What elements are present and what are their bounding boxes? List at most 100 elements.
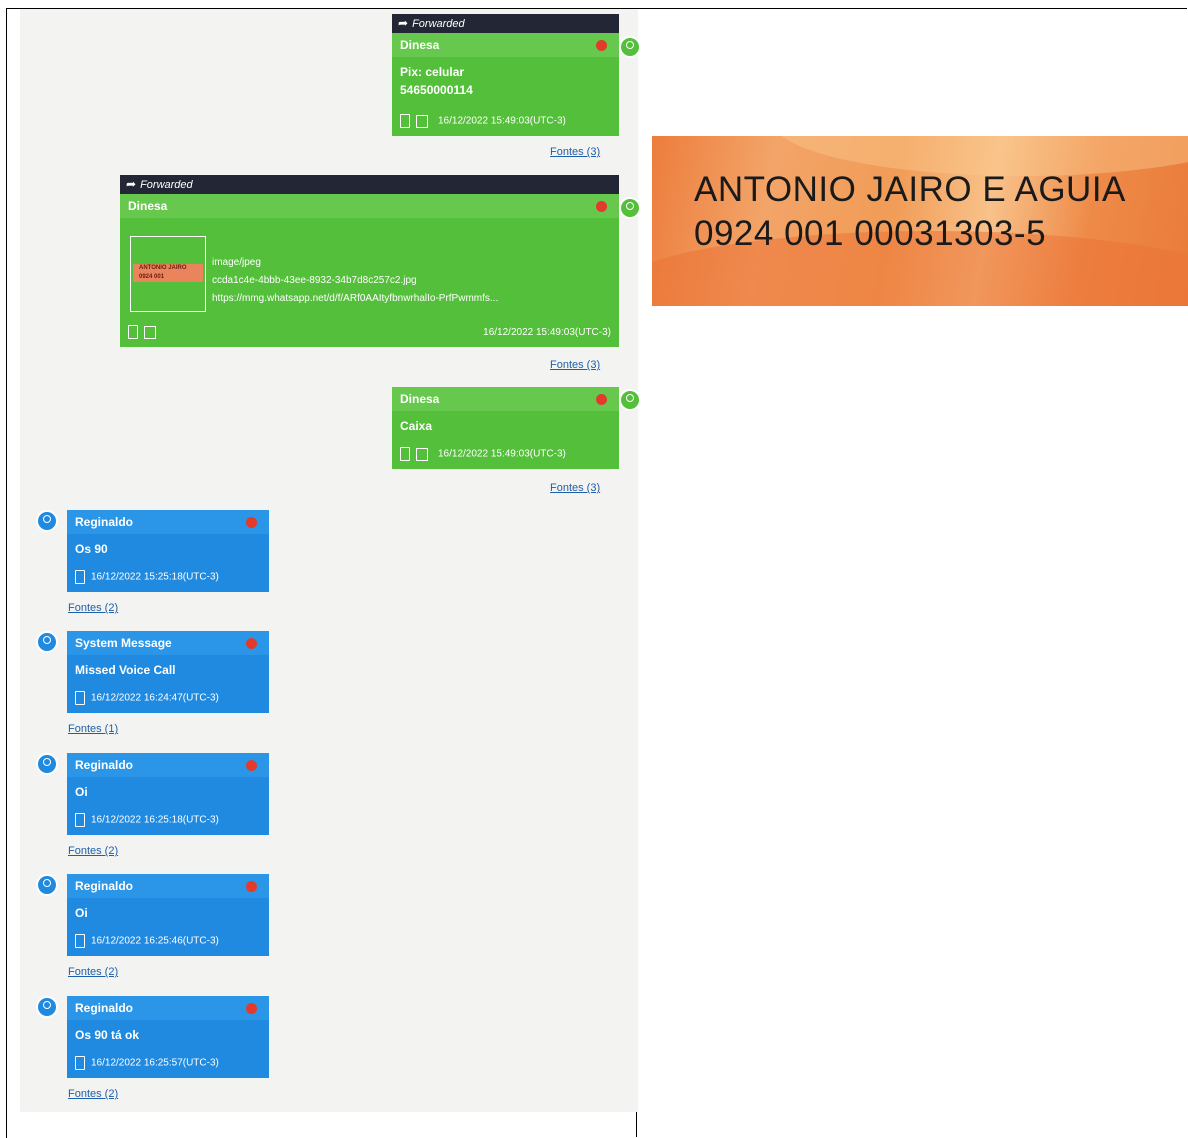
sender-name: Reginaldo	[75, 758, 134, 772]
device-icon	[75, 570, 85, 584]
message-body: Oi	[67, 777, 269, 801]
status-dot-icon	[246, 517, 257, 528]
attachment-image-enlarged: ANTONIO JAIRO E AGUIA 0924 001 00031303-…	[652, 136, 1188, 306]
sources-link[interactable]: Fontes (3)	[550, 359, 600, 371]
message-body: Os 90	[67, 534, 269, 558]
message-bubble-outgoing[interactable]: ➦ Forwarded Dinesa Pix: celular 546500001…	[392, 14, 619, 136]
attachment-mime: image/jpeg	[212, 257, 261, 268]
copy-icon[interactable]	[416, 447, 428, 461]
message-body: Pix: celular 54650000114	[392, 57, 619, 99]
message-header: Reginaldo	[67, 510, 269, 534]
message-body: Caixa	[392, 411, 619, 435]
message-footer: 16/12/2022 15:25:18(UTC-3)	[75, 570, 261, 586]
forward-arrow-icon: ➦	[126, 177, 137, 191]
message-text: Oi	[75, 785, 88, 799]
sources-link[interactable]: Fontes (2)	[68, 602, 118, 614]
message-footer: 16/12/2022 15:49:03(UTC-3)	[400, 447, 611, 463]
message-footer: 16/12/2022 16:24:47(UTC-3)	[75, 691, 261, 707]
message-header: Reginaldo	[67, 996, 269, 1020]
device-icon	[75, 934, 85, 948]
message-footer: 16/12/2022 16:25:46(UTC-3)	[75, 934, 261, 950]
sender-name: System Message	[75, 636, 172, 650]
device-icon	[400, 447, 410, 461]
status-dot-icon	[246, 1003, 257, 1014]
message-header: Dinesa	[392, 387, 619, 411]
attachment-info: image/jpeg ccda1c4e-4bbb-43ee-8932-34b7d…	[212, 254, 498, 308]
device-icon	[128, 325, 138, 339]
message-footer: 16/12/2022 15:49:03(UTC-3)	[400, 114, 611, 130]
attachment-filename: ccda1c4e-4bbb-43ee-8932-34b7d8c257c2.jpg	[212, 275, 417, 286]
message-body: Os 90 tá ok	[67, 1020, 269, 1044]
message-footer: 16/12/2022 15:49:03(UTC-3)	[128, 325, 611, 341]
attachment-image-line2: 0924 001 00031303-5	[694, 214, 1047, 253]
sources-link[interactable]: Fontes (2)	[68, 966, 118, 978]
message-timestamp: 16/12/2022 16:25:46(UTC-3)	[91, 935, 219, 947]
status-dot-icon	[596, 394, 607, 405]
avatar-icon	[36, 631, 58, 653]
message-header: Reginaldo	[67, 753, 269, 777]
message-timestamp: 16/12/2022 16:25:18(UTC-3)	[91, 814, 219, 826]
message-footer: 16/12/2022 16:25:18(UTC-3)	[75, 813, 261, 829]
status-dot-icon	[596, 40, 607, 51]
forwarded-bar: ➦ Forwarded	[392, 14, 619, 33]
message-timestamp: 16/12/2022 15:49:03(UTC-3)	[438, 448, 566, 460]
image-thumbnail[interactable]: ANTONIO JAIRO 0924 001	[130, 236, 206, 312]
message-bubble-outgoing[interactable]: ➦ Forwarded Dinesa ANTONIO JAIRO 0924 001 …	[120, 175, 619, 347]
device-icon	[75, 691, 85, 705]
message-text: Caixa	[400, 419, 433, 433]
copy-icon[interactable]	[144, 325, 156, 339]
message-bubble-outgoing[interactable]: Dinesa Caixa 16/12/2022 15:49:03(UTC-3)	[392, 387, 619, 469]
message-timestamp: 16/12/2022 15:49:03(UTC-3)	[483, 327, 611, 338]
avatar-icon	[36, 510, 58, 532]
status-dot-icon	[246, 760, 257, 771]
status-dot-icon	[246, 881, 257, 892]
message-bubble-incoming[interactable]: Reginaldo Oi 16/12/2022 16:25:18(UTC-3)	[67, 753, 269, 835]
device-icon	[75, 1056, 85, 1070]
device-icon	[75, 813, 85, 827]
avatar-icon	[36, 996, 58, 1018]
forwarded-label: Forwarded	[140, 179, 193, 191]
avatar-icon	[36, 753, 58, 775]
sender-name: Reginaldo	[75, 1001, 134, 1015]
message-bubble-incoming[interactable]: Reginaldo Os 90 tá ok 16/12/2022 16:25:5…	[67, 996, 269, 1078]
message-bubble-incoming[interactable]: Reginaldo Os 90 16/12/2022 15:25:18(UTC-…	[67, 510, 269, 592]
message-timestamp: 16/12/2022 16:24:47(UTC-3)	[91, 692, 219, 704]
status-dot-icon	[596, 201, 607, 212]
message-header: Dinesa	[392, 33, 619, 57]
avatar-icon	[619, 389, 641, 411]
sources-link[interactable]: Fontes (3)	[550, 482, 600, 494]
message-text: Pix: celular	[400, 65, 465, 79]
sources-link[interactable]: Fontes (1)	[68, 723, 118, 735]
message-text: Oi	[75, 906, 88, 920]
message-header: System Message	[67, 631, 269, 655]
sources-link[interactable]: Fontes (2)	[68, 1088, 118, 1100]
attachment-url[interactable]: https://mmg.whatsapp.net/d/f/ARf0AAItyfb…	[212, 290, 498, 308]
message-bubble-incoming[interactable]: Reginaldo Oi 16/12/2022 16:25:46(UTC-3)	[67, 874, 269, 956]
message-body: Oi	[67, 898, 269, 922]
forwarded-label: Forwarded	[412, 18, 465, 30]
sender-name: Reginaldo	[75, 515, 134, 529]
forwarded-bar: ➦ Forwarded	[120, 175, 619, 194]
forward-arrow-icon: ➦	[398, 16, 409, 30]
message-timestamp: 16/12/2022 15:25:18(UTC-3)	[91, 571, 219, 583]
chat-panel: ➦ Forwarded Dinesa Pix: celular 546500001…	[20, 9, 641, 1112]
message-header: Reginaldo	[67, 874, 269, 898]
copy-icon[interactable]	[416, 114, 428, 128]
message-bubble-incoming[interactable]: System Message Missed Voice Call 16/12/2…	[67, 631, 269, 713]
sender-name: Reginaldo	[75, 879, 134, 893]
avatar-icon	[619, 36, 641, 58]
message-text: Missed Voice Call	[75, 663, 176, 677]
status-dot-icon	[246, 638, 257, 649]
avatar-icon	[619, 197, 641, 219]
message-footer: 16/12/2022 16:25:57(UTC-3)	[75, 1056, 261, 1072]
sources-link[interactable]: Fontes (3)	[550, 146, 600, 158]
device-icon	[400, 114, 410, 128]
message-timestamp: 16/12/2022 15:49:03(UTC-3)	[438, 115, 566, 127]
sender-name: Dinesa	[400, 392, 440, 406]
sender-name: Dinesa	[400, 38, 440, 52]
sources-link[interactable]: Fontes (2)	[68, 845, 118, 857]
message-header: Dinesa	[120, 194, 619, 218]
message-body: Missed Voice Call	[67, 655, 269, 679]
message-text: Os 90	[75, 542, 108, 556]
avatar-icon	[36, 874, 58, 896]
